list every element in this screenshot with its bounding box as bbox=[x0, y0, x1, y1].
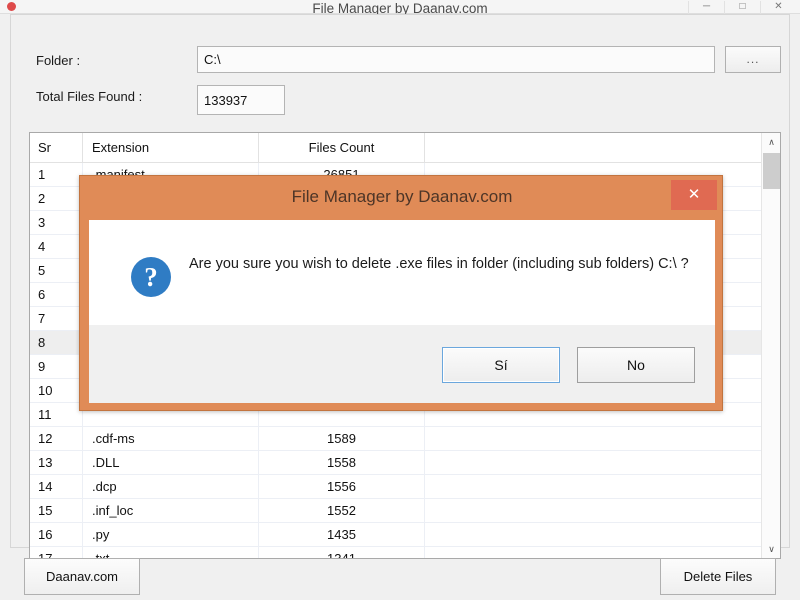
column-header-files-count[interactable]: Files Count bbox=[258, 133, 424, 162]
close-icon[interactable]: ✕ bbox=[671, 180, 717, 210]
cell-sr: 8 bbox=[38, 335, 46, 350]
cell-count: 1341 bbox=[258, 547, 424, 558]
cell-sr: 6 bbox=[38, 287, 46, 302]
window-minimize-button[interactable]: ─ bbox=[688, 1, 724, 15]
dialog-message: Are you sure you wish to delete .exe fil… bbox=[189, 256, 689, 272]
cell-extension: .cdf-ms bbox=[82, 427, 258, 450]
dialog-no-button[interactable]: No bbox=[577, 347, 695, 383]
daanav-com-button[interactable]: Daanav.com bbox=[24, 558, 140, 595]
table-header-row: Sr Extension Files Count bbox=[30, 133, 763, 163]
total-files-value bbox=[197, 85, 285, 115]
window-maximize-button[interactable]: □ bbox=[724, 1, 760, 15]
column-header-blank[interactable] bbox=[424, 133, 763, 162]
window-controls: ✕ □ ─ bbox=[676, 1, 796, 15]
cell-blank bbox=[424, 523, 763, 546]
dialog-yes-button[interactable]: Sí bbox=[442, 347, 560, 383]
cell-count: 1589 bbox=[258, 427, 424, 450]
cell-sr: 10 bbox=[38, 383, 53, 398]
table-row[interactable]: 14 .dcp 1556 bbox=[30, 475, 763, 499]
cell-extension: .dcp bbox=[82, 475, 258, 498]
cell-sr: 12 bbox=[38, 431, 53, 446]
cell-extension: .py bbox=[82, 523, 258, 546]
cell-sr: 2 bbox=[38, 191, 46, 206]
cell-sr: 11 bbox=[38, 407, 52, 422]
cell-sr: 16 bbox=[38, 527, 53, 542]
cell-count: 1435 bbox=[258, 523, 424, 546]
delete-files-button[interactable]: Delete Files bbox=[660, 558, 776, 595]
window-titlebar: File Manager by Daanav.com ✕ □ ─ bbox=[0, 0, 800, 16]
table-row[interactable]: 13 .DLL 1558 bbox=[30, 451, 763, 475]
dialog-body: ? Are you sure you wish to delete .exe f… bbox=[89, 220, 715, 325]
cell-sr: 14 bbox=[38, 479, 53, 494]
cell-sr: 1 bbox=[38, 167, 46, 182]
column-header-sr[interactable]: Sr bbox=[30, 133, 82, 162]
file-manager-window: File Manager by Daanav.com ✕ □ ─ Folder … bbox=[0, 0, 800, 600]
browse-button[interactable]: ... bbox=[725, 46, 781, 73]
scroll-down-icon[interactable]: ∨ bbox=[762, 540, 780, 558]
table-row[interactable]: 12 .cdf-ms 1589 bbox=[30, 427, 763, 451]
cell-blank bbox=[424, 475, 763, 498]
cell-blank bbox=[424, 427, 763, 450]
cell-count: 1558 bbox=[258, 451, 424, 474]
table-row[interactable]: 15 .inf_loc 1552 bbox=[30, 499, 763, 523]
question-icon: ? bbox=[131, 257, 171, 297]
column-header-extension[interactable]: Extension bbox=[82, 133, 258, 162]
confirm-delete-dialog: File Manager by Daanav.com ✕ ? Are you s… bbox=[79, 175, 723, 411]
cell-sr: 7 bbox=[38, 311, 46, 326]
dialog-titlebar: File Manager by Daanav.com ✕ bbox=[80, 176, 724, 220]
dialog-footer: Sí No bbox=[89, 325, 715, 403]
scrollbar-thumb[interactable] bbox=[763, 153, 780, 189]
cell-sr: 3 bbox=[38, 215, 46, 230]
window-close-button[interactable]: ✕ bbox=[760, 1, 796, 15]
dialog-title: File Manager by Daanav.com bbox=[291, 187, 513, 206]
cell-blank bbox=[424, 499, 763, 522]
cell-blank bbox=[424, 451, 763, 474]
cell-count: 1552 bbox=[258, 499, 424, 522]
cell-sr: 4 bbox=[38, 239, 46, 254]
total-files-label: Total Files Found : bbox=[36, 89, 143, 104]
cell-sr: 9 bbox=[38, 359, 46, 374]
folder-input[interactable] bbox=[197, 46, 715, 73]
cell-extension: .inf_loc bbox=[82, 499, 258, 522]
table-vertical-scrollbar[interactable]: ∧ ∨ bbox=[761, 133, 780, 558]
cell-sr: 5 bbox=[38, 263, 46, 278]
table-row[interactable]: 16 .py 1435 bbox=[30, 523, 763, 547]
cell-sr: 15 bbox=[38, 503, 53, 518]
cell-sr: 13 bbox=[38, 455, 53, 470]
scroll-up-icon[interactable]: ∧ bbox=[762, 133, 780, 151]
folder-label: Folder : bbox=[36, 53, 81, 68]
cell-extension: .DLL bbox=[82, 451, 258, 474]
cell-count: 1556 bbox=[258, 475, 424, 498]
